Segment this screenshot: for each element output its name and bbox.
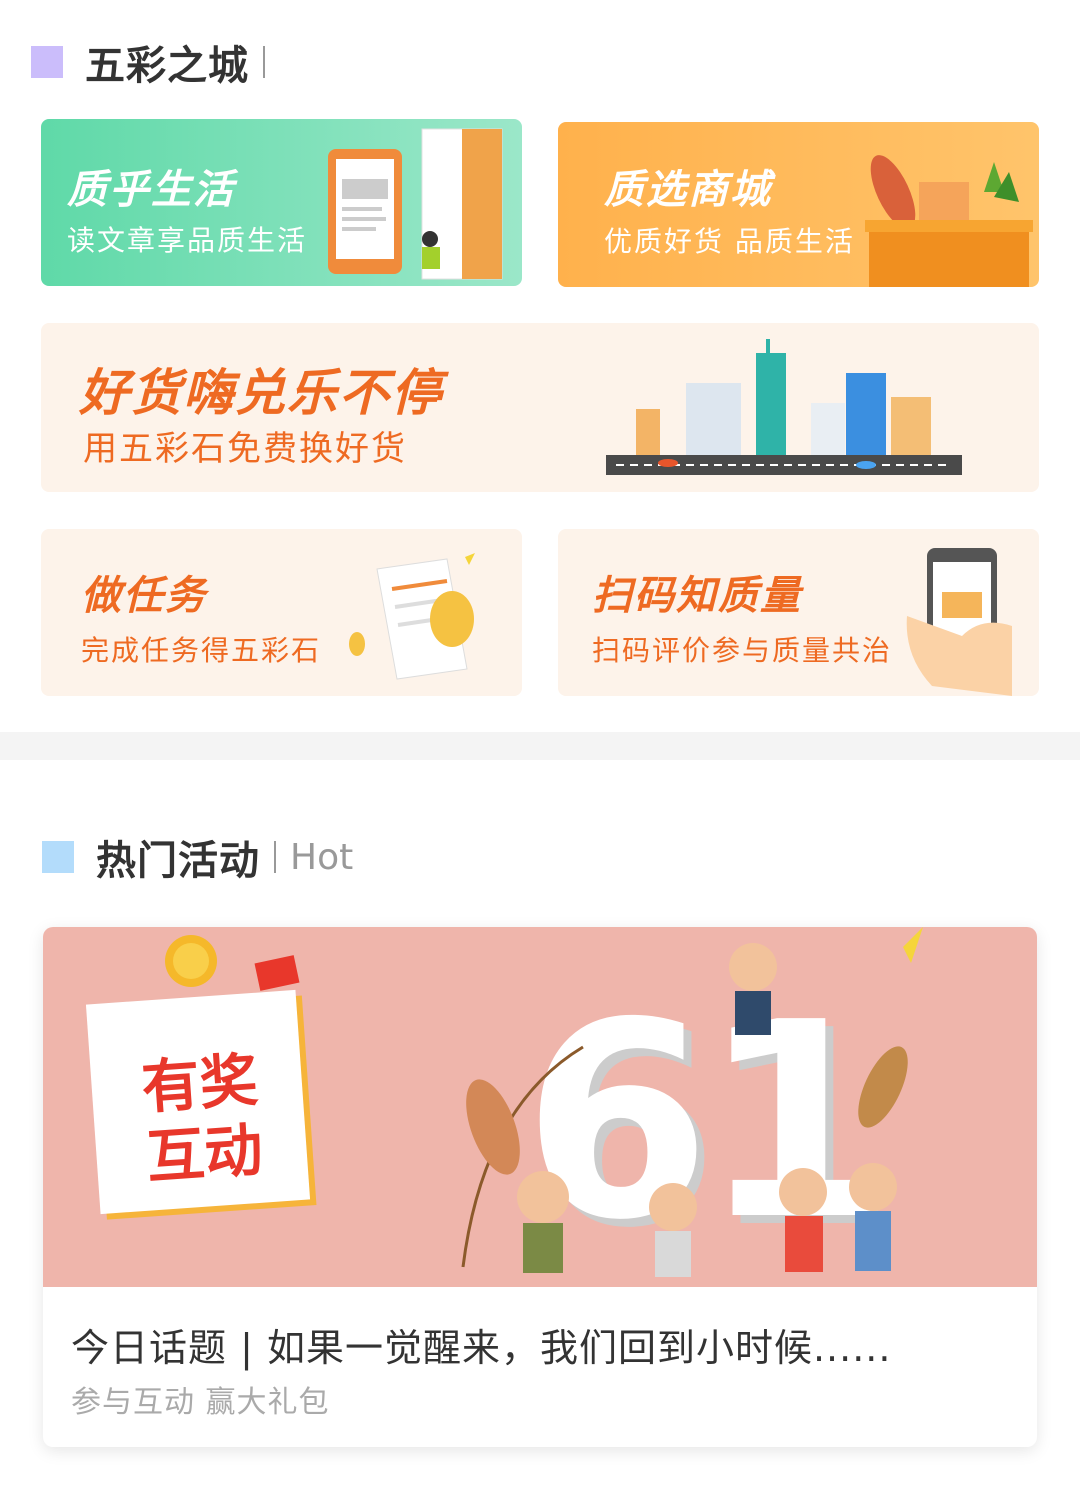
card-subtitle: 优质好货 品质生活 (604, 225, 855, 258)
promo-subtitle: 参与互动 赢大礼包 (71, 1385, 330, 1420)
section-separator (263, 46, 265, 78)
section-header-hot: 热门活动 Hot (42, 828, 353, 886)
children-illustration-icon (461, 927, 923, 1277)
section-separator (274, 841, 276, 873)
promo-card[interactable]: 有奖 互动 61 今日话题 | 如果一觉醒来，我们回到小时候...... 参与互… (43, 927, 1037, 1447)
card-subtitle: 用五彩石免费换好货 (83, 429, 407, 469)
card-title: 质选商城 (604, 167, 772, 213)
card-title: 质乎生活 (67, 167, 235, 213)
section-marker (31, 46, 63, 78)
book-tablet-illustration-icon (328, 128, 503, 280)
section-marker (42, 841, 74, 873)
document-coins-illustration-icon (349, 553, 475, 680)
city-skyline-illustration-icon (606, 339, 962, 475)
phone-scan-illustration-icon (906, 548, 1012, 696)
card-scan[interactable]: 扫码知质量 扫码评价参与质量共治 (558, 529, 1039, 696)
card-title: 做任务 (81, 573, 207, 619)
grocery-basket-illustration-icon (865, 155, 1033, 287)
coin-icon (165, 935, 217, 987)
section-header-city: 五彩之城 (31, 33, 265, 91)
card-subtitle: 完成任务得五彩石 (81, 634, 322, 667)
card-subtitle: 扫码评价参与质量共治 (592, 634, 893, 667)
section-divider (0, 732, 1080, 760)
red-envelope-icon (254, 955, 300, 991)
card-mall[interactable]: 质选商城 优质好货 品质生活 (558, 122, 1039, 287)
promo-banner[interactable]: 有奖 互动 61 (43, 927, 1037, 1287)
reward-badge: 有奖 互动 (85, 989, 311, 1215)
reward-badge-line2: 互动 (144, 1115, 265, 1192)
card-zhihu-life[interactable]: 质乎生活 读文章享品质生活 (41, 119, 522, 286)
card-title: 扫码知质量 (592, 573, 802, 619)
section-title: 热门活动 (96, 838, 260, 884)
card-tasks[interactable]: 做任务 完成任务得五彩石 (41, 529, 522, 696)
promo-title[interactable]: 今日话题 | 如果一觉醒来，我们回到小时候...... (71, 1317, 891, 1372)
card-exchange[interactable]: 好货嗨兑乐不停 用五彩石免费换好货 (41, 323, 1039, 492)
section-title: 五彩之城 (85, 43, 249, 89)
card-title: 好货嗨兑乐不停 (79, 364, 443, 422)
card-subtitle: 读文章享品质生活 (67, 224, 308, 257)
section-subtitle: Hot (290, 836, 354, 878)
